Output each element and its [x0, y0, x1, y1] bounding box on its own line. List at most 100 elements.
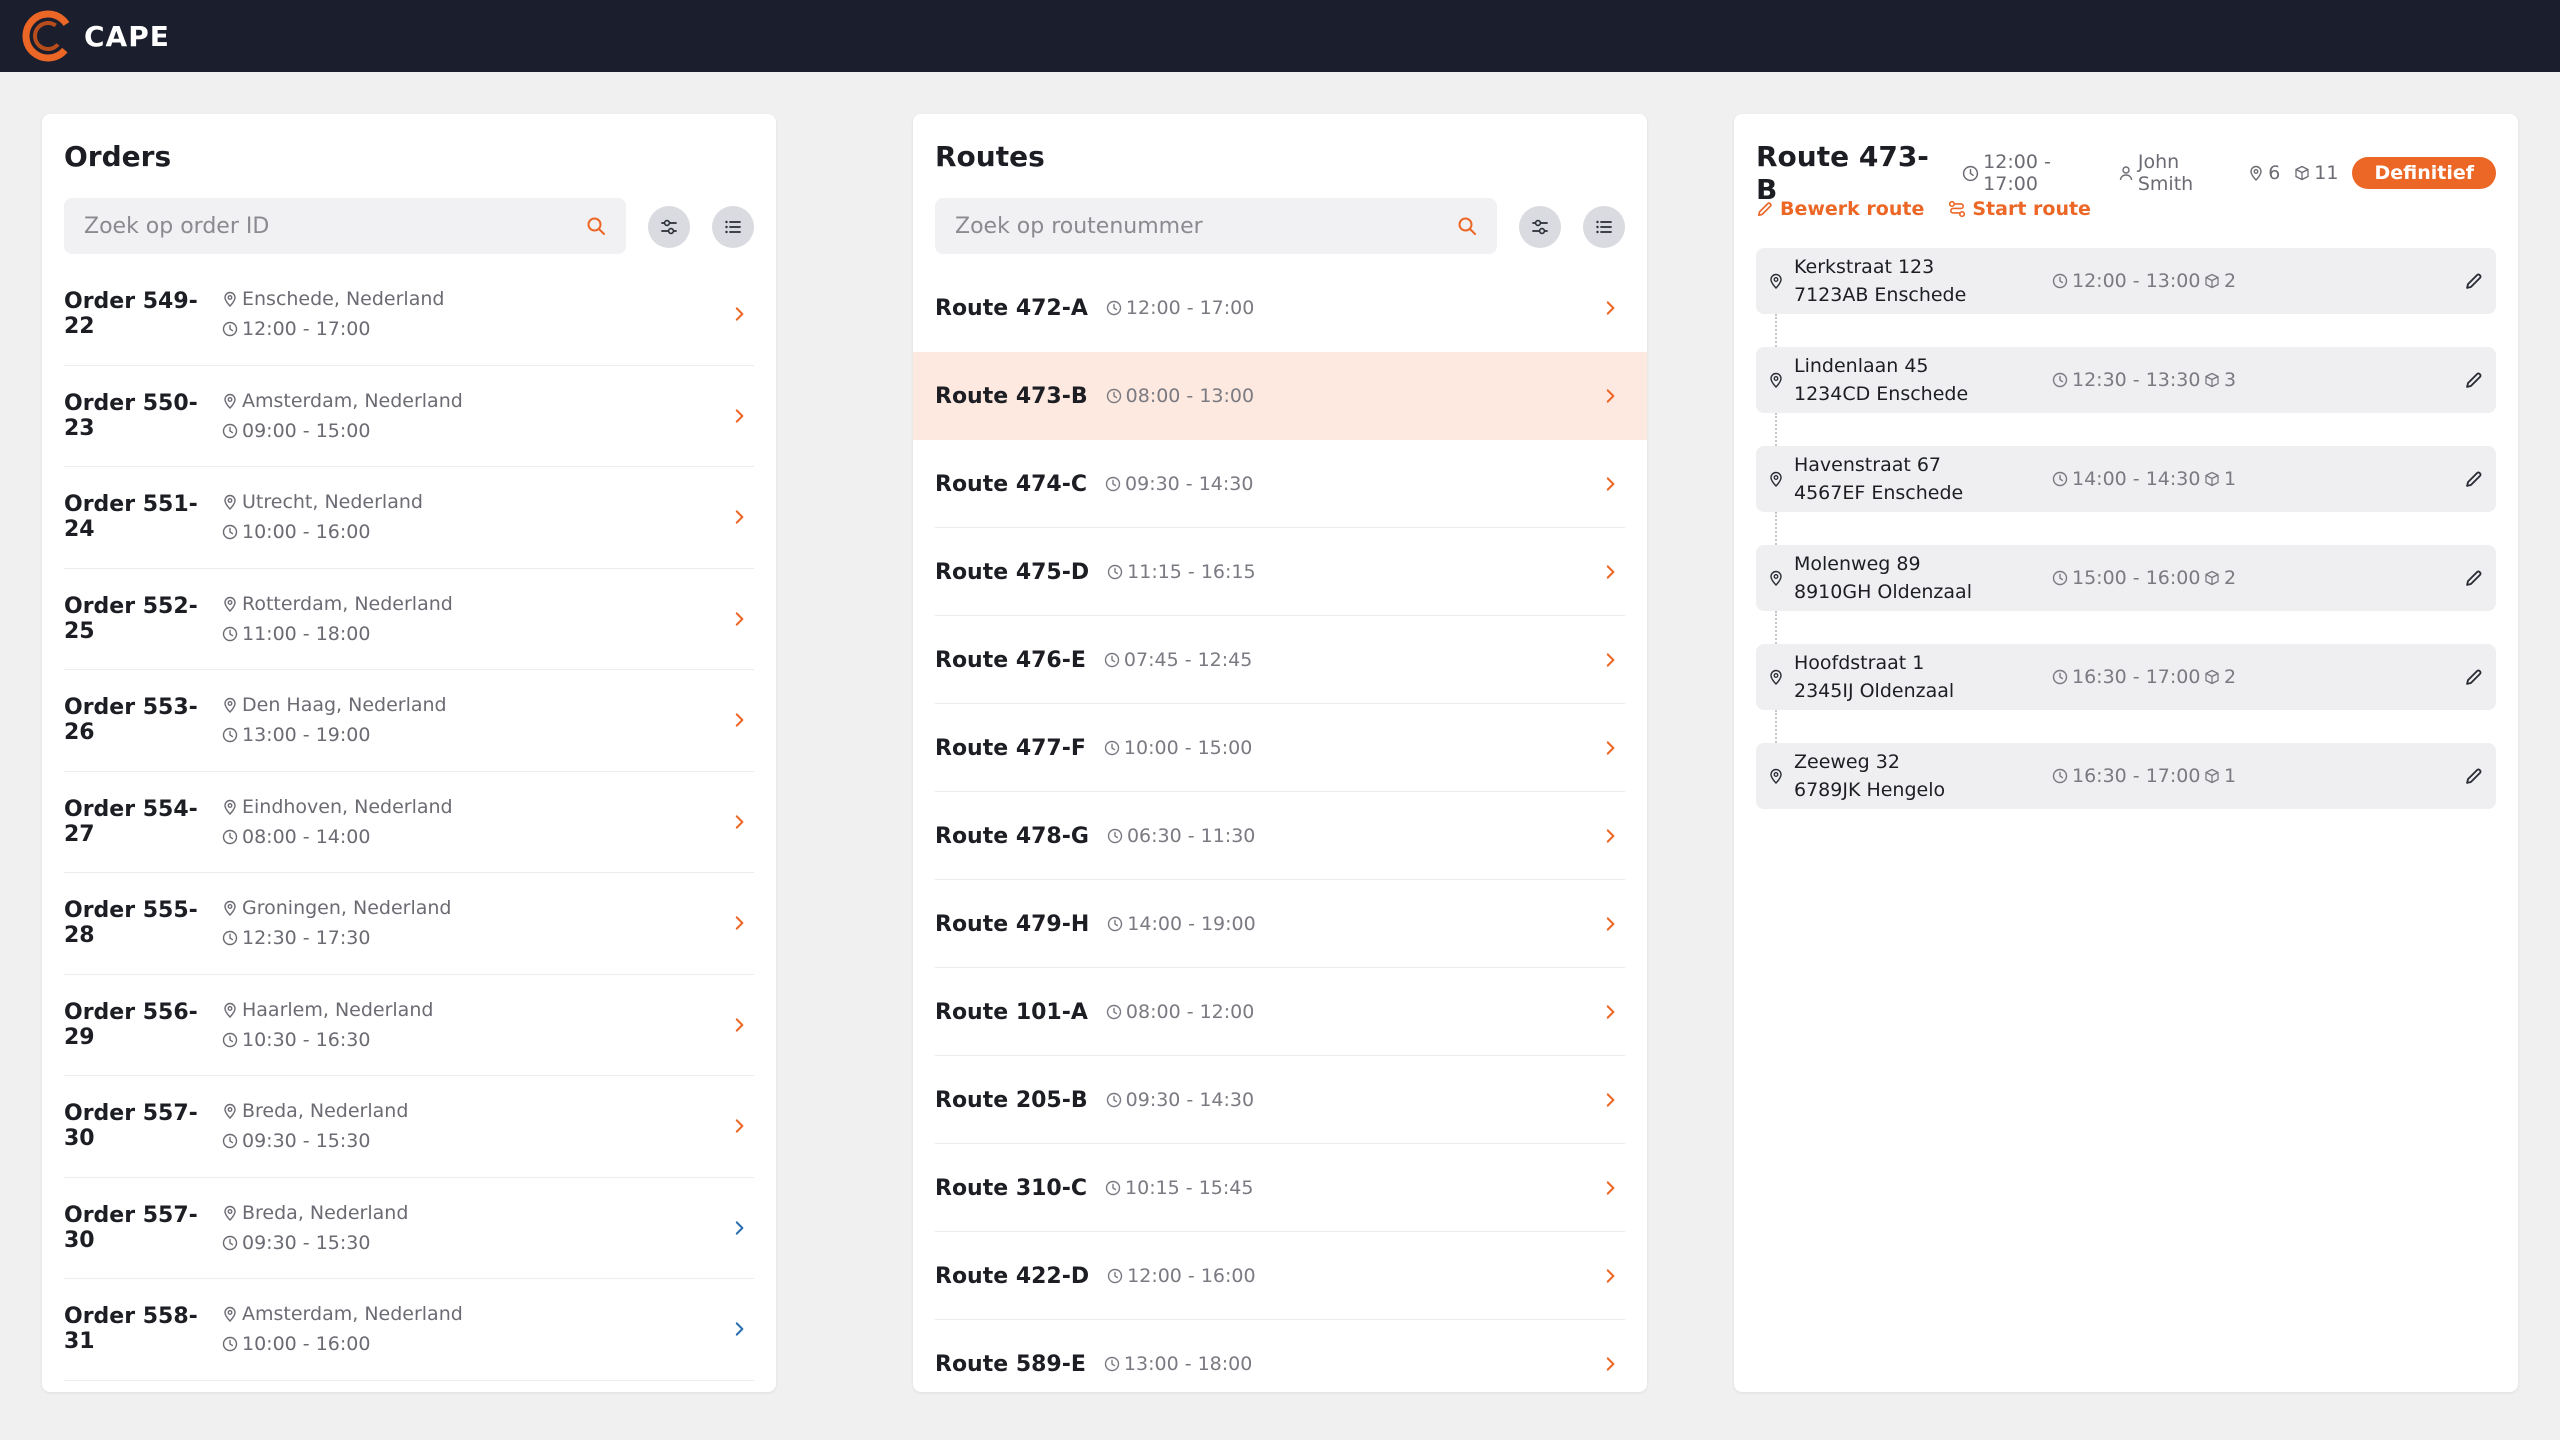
- edit-route-button[interactable]: Bewerk route: [1756, 198, 1924, 220]
- route-list-item[interactable]: Route 422-D 12:00 - 16:00: [913, 1232, 1647, 1320]
- chevron-right-icon[interactable]: [1601, 1267, 1619, 1285]
- route-icon: [1948, 200, 1966, 218]
- location-pin-icon: [222, 494, 238, 511]
- chevron-right-icon[interactable]: [1601, 299, 1619, 317]
- order-list-item[interactable]: Order 551-24 Utrecht, Nederland 10:00 - 16…: [64, 467, 754, 569]
- route-list-item[interactable]: Route 475-D 11:15 - 16:15: [913, 528, 1647, 616]
- route-search-input[interactable]: [955, 213, 1457, 239]
- order-time: 13:00 - 19:00: [222, 724, 447, 746]
- order-time-text: 13:00 - 19:00: [242, 724, 371, 747]
- chevron-right-icon[interactable]: [730, 1219, 748, 1237]
- route-name: Route 205-B: [935, 1087, 1088, 1113]
- route-list-item[interactable]: Route 477-F 10:00 - 15:00: [913, 704, 1647, 792]
- order-location: Den Haag, Nederland: [222, 694, 447, 716]
- order-list-item[interactable]: Order 558-31 Amsterdam, Nederland 10:00 - …: [64, 1279, 754, 1381]
- order-meta: Haarlem, Nederland 10:30 - 16:30: [222, 999, 433, 1051]
- search-icon[interactable]: [1457, 216, 1477, 236]
- route-name: Route 101-A: [935, 999, 1088, 1025]
- chevron-right-icon[interactable]: [730, 610, 748, 628]
- order-search-input[interactable]: [84, 213, 586, 239]
- chevron-right-icon[interactable]: [1601, 563, 1619, 581]
- route-stop-card[interactable]: Lindenlaan 45 1234CD Enschede 12:30 - 13:3…: [1756, 347, 2496, 413]
- order-list-item[interactable]: Order 550-23 Amsterdam, Nederland 09:00 - …: [64, 366, 754, 467]
- sliders-icon: [1530, 217, 1550, 237]
- route-list-item[interactable]: Route 205-B 09:30 - 14:30: [913, 1056, 1647, 1144]
- chevron-right-icon[interactable]: [730, 1016, 748, 1034]
- routes-list-view-button[interactable]: [1583, 206, 1625, 248]
- route-stop-card[interactable]: Molenweg 89 8910GH Oldenzaal 15:00 - 16:00…: [1756, 545, 2496, 611]
- orders-search-box: [64, 198, 626, 254]
- orders-list-view-button[interactable]: [712, 206, 754, 248]
- chevron-right-icon[interactable]: [1601, 1003, 1619, 1021]
- pencil-icon[interactable]: [2462, 467, 2486, 491]
- route-list-item[interactable]: Route 479-H 14:00 - 19:00: [913, 880, 1647, 968]
- chevron-right-icon[interactable]: [730, 1117, 748, 1135]
- chevron-right-icon[interactable]: [730, 813, 748, 831]
- route-list-item[interactable]: Route 476-E 07:45 - 12:45: [913, 616, 1647, 704]
- order-id: Order 557-30: [64, 1202, 198, 1253]
- order-list-item[interactable]: Order 552-25 Rotterdam, Nederland 11:00 - …: [64, 569, 754, 670]
- route-stop-card[interactable]: Zeeweg 32 6789JK Hengelo 16:30 - 17:00 1: [1756, 743, 2496, 809]
- stop-address: Zeeweg 32 6789JK Hengelo: [1794, 748, 2052, 804]
- routes-filter-button[interactable]: [1519, 206, 1561, 248]
- route-list-item[interactable]: Route 473-B 08:00 - 13:00: [913, 352, 1647, 440]
- order-id: Order 557-30: [64, 1101, 198, 1152]
- package-icon: [2204, 273, 2220, 289]
- pencil-icon[interactable]: [2462, 368, 2486, 392]
- chevron-right-icon[interactable]: [1601, 387, 1619, 405]
- stop-street: Kerkstraat 123: [1794, 256, 1935, 278]
- clock-icon: [222, 524, 238, 540]
- orders-filter-button[interactable]: [648, 206, 690, 248]
- order-list-item[interactable]: Order 549-22 Enschede, Nederland 12:00 - 1…: [64, 264, 754, 366]
- chevron-right-icon[interactable]: [1601, 475, 1619, 493]
- order-list-item[interactable]: Order 555-28 Groningen, Nederland 12:30 - …: [64, 873, 754, 975]
- order-list-item[interactable]: Order 556-29 Haarlem, Nederland 10:30 - 16…: [64, 975, 754, 1076]
- search-icon[interactable]: [586, 216, 606, 236]
- start-route-button[interactable]: Start route: [1948, 198, 2091, 220]
- stop-connector: [1775, 314, 2496, 347]
- pencil-icon[interactable]: [2462, 764, 2486, 788]
- user-icon: [2118, 165, 2134, 181]
- route-list-item[interactable]: Route 101-A 08:00 - 12:00: [913, 968, 1647, 1056]
- chevron-right-icon[interactable]: [730, 508, 748, 526]
- chevron-right-icon[interactable]: [1601, 915, 1619, 933]
- order-list-item[interactable]: Order 553-26 Den Haag, Nederland 13:00 - 1…: [64, 670, 754, 772]
- route-stop-card[interactable]: Havenstraat 67 4567EF Enschede 14:00 - 14:…: [1756, 446, 2496, 512]
- pencil-icon[interactable]: [2462, 665, 2486, 689]
- pencil-icon[interactable]: [2462, 269, 2486, 293]
- stop-city: 2345IJ Oldenzaal: [1794, 680, 1955, 702]
- chevron-right-icon[interactable]: [1601, 1091, 1619, 1109]
- order-time-text: 09:00 - 15:00: [242, 419, 371, 442]
- stop-time: 16:30 - 17:00: [2052, 666, 2204, 688]
- route-list-item[interactable]: Route 589-E 13:00 - 18:00: [913, 1320, 1647, 1392]
- order-time-text: 11:00 - 18:00: [242, 622, 371, 645]
- route-list-item[interactable]: Route 310-C 10:15 - 15:45: [913, 1144, 1647, 1232]
- pencil-icon[interactable]: [2462, 566, 2486, 590]
- order-list-item[interactable]: Order 557-30 Breda, Nederland 09:30 - 15:3…: [64, 1178, 754, 1279]
- route-stop-card[interactable]: Hoofdstraat 1 2345IJ Oldenzaal 16:30 - 17:…: [1756, 644, 2496, 710]
- order-list-item[interactable]: Order 557-30 Breda, Nederland 09:30 - 15:3…: [64, 1076, 754, 1178]
- chevron-right-icon[interactable]: [730, 407, 748, 425]
- route-name: Route 310-C: [935, 1175, 1088, 1201]
- order-location: Amsterdam, Nederland: [222, 1303, 463, 1325]
- route-list-item[interactable]: Route 478-G 06:30 - 11:30: [913, 792, 1647, 880]
- cape-logo-icon[interactable]: [22, 10, 74, 62]
- route-stop-card[interactable]: Kerkstraat 123 7123AB Enschede 12:00 - 13:…: [1756, 248, 2496, 314]
- chevron-right-icon[interactable]: [1601, 739, 1619, 757]
- route-list-item[interactable]: Route 474-C 09:30 - 14:30: [913, 440, 1647, 528]
- route-list-item[interactable]: Route 472-A 12:00 - 17:00: [913, 264, 1647, 352]
- stop-city: 1234CD Enschede: [1794, 383, 1969, 405]
- chevron-right-icon[interactable]: [1601, 827, 1619, 845]
- chevron-right-icon[interactable]: [730, 914, 748, 932]
- chevron-right-icon[interactable]: [730, 305, 748, 323]
- route-name: Route 474-C: [935, 471, 1088, 497]
- chevron-right-icon[interactable]: [730, 1320, 748, 1338]
- chevron-right-icon[interactable]: [1601, 1179, 1619, 1197]
- order-id: Order 549-22: [64, 289, 198, 340]
- location-pin-icon: [222, 1103, 238, 1120]
- order-list-item[interactable]: Order 554-27 Eindhoven, Nederland 08:00 - …: [64, 772, 754, 873]
- stop-time-text: 16:30 - 17:00: [2072, 765, 2201, 787]
- chevron-right-icon[interactable]: [1601, 651, 1619, 669]
- chevron-right-icon[interactable]: [730, 711, 748, 729]
- chevron-right-icon[interactable]: [1601, 1355, 1619, 1373]
